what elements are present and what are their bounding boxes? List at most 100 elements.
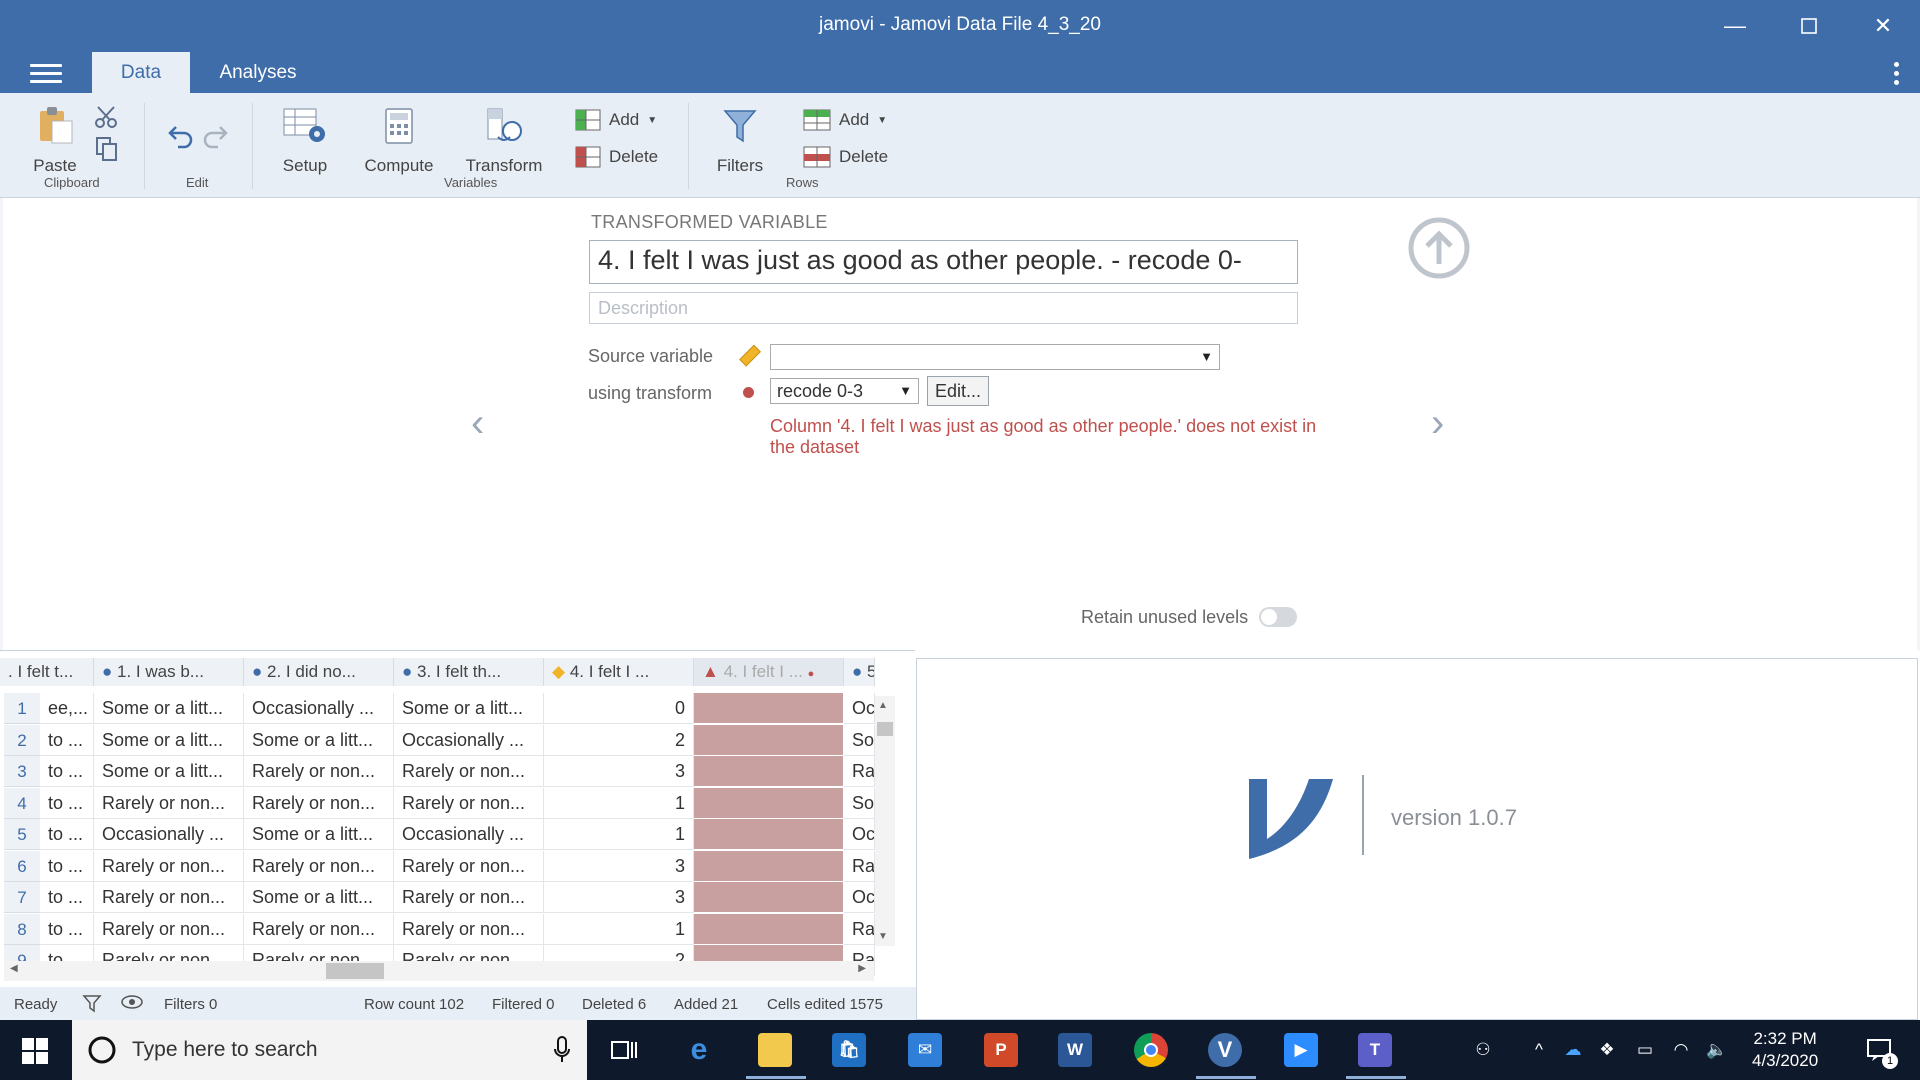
row-number[interactable]: 2 [4,724,40,756]
row-number[interactable]: 6 [4,850,40,882]
table-cell[interactable]: 1 [544,819,694,850]
table-cell[interactable]: 0 [544,693,694,724]
taskbar-search[interactable]: Type here to search [72,1020,587,1080]
table-cell[interactable]: Oc [844,882,875,913]
column-header[interactable]: . I felt t... [0,658,94,686]
windows-start-icon[interactable] [22,1038,48,1069]
table-cell[interactable]: Rarely or non... [244,756,394,787]
table-cell[interactable]: to ... [40,724,94,756]
table-cell[interactable]: Some or a litt... [94,724,244,756]
error-cell[interactable] [694,724,844,756]
onedrive-icon[interactable]: ☁ [1556,1033,1590,1067]
notifications-icon[interactable]: 1 [1862,1033,1898,1069]
table-cell[interactable]: to ... [40,882,94,913]
table-cell[interactable]: to ... [40,819,94,850]
microphone-icon[interactable] [553,1036,571,1069]
collapse-up-icon[interactable] [1407,216,1471,285]
eye-icon[interactable] [120,994,144,1014]
table-cell[interactable]: Rarely or non... [394,882,544,913]
battery-icon[interactable]: ▭ [1628,1033,1662,1067]
table-cell[interactable]: Rarely or non... [394,913,544,945]
vertical-scrollbar[interactable]: ▲ ▼ [875,696,895,946]
scroll-left-icon[interactable]: ◀ [10,963,18,974]
word-icon[interactable]: W [1058,1033,1092,1067]
table-cell[interactable]: Occasionally ... [94,819,244,850]
transform-button[interactable]: Transform [462,107,546,176]
scroll-up-icon[interactable]: ▲ [878,700,888,711]
table-cell[interactable]: to ... [40,913,94,945]
description-input[interactable]: Description [589,292,1298,324]
error-cell[interactable] [694,787,844,819]
next-variable-icon[interactable]: › [1431,401,1444,446]
minimize-button[interactable]: — [1712,10,1758,42]
table-cell[interactable]: ee,... [40,693,94,724]
teams-icon[interactable]: T [1358,1033,1392,1067]
chrome-icon[interactable] [1134,1033,1168,1067]
table-cell[interactable]: So [844,724,875,756]
file-explorer-icon[interactable] [758,1033,792,1067]
table-cell[interactable]: Rarely or non... [94,882,244,913]
zoom-icon[interactable]: ▶ [1284,1033,1318,1067]
edit-transform-button[interactable]: Edit... [927,376,989,406]
clock[interactable]: 2:32 PM 4/3/2020 [1752,1028,1818,1072]
scroll-right-icon[interactable]: ▶ [858,963,866,974]
table-cell[interactable]: Some or a litt... [94,693,244,724]
table-cell[interactable]: Some or a litt... [244,724,394,756]
people-icon[interactable]: ⚇ [1466,1033,1500,1067]
undo-icon[interactable] [166,123,194,154]
volume-icon[interactable]: 🔈 [1700,1033,1734,1067]
retain-unused-levels-toggle[interactable] [1259,607,1297,627]
menu-icon[interactable] [30,64,62,86]
table-cell[interactable]: Some or a litt... [244,882,394,913]
row-number[interactable]: 4 [4,787,40,819]
table-cell[interactable]: Rarely or non... [94,787,244,819]
error-cell[interactable] [694,913,844,945]
show-hidden-icons-icon[interactable]: ^ [1522,1033,1556,1067]
mail-icon[interactable]: ✉ [908,1033,942,1067]
table-cell[interactable]: Rarely or non... [94,913,244,945]
table-cell[interactable]: Occasionally ... [394,819,544,850]
table-cell[interactable]: Rarely or non... [394,787,544,819]
table-cell[interactable]: Oc [844,819,875,850]
horizontal-scrollbar[interactable]: ◀ ▶ [4,961,874,981]
row-number[interactable]: 1 [4,693,40,724]
row-number[interactable]: 5 [4,819,40,850]
source-variable-select[interactable]: ▼ [770,344,1220,370]
table-cell[interactable]: Ra [844,913,875,945]
table-cell[interactable]: to ... [40,850,94,882]
cut-icon[interactable] [94,105,118,134]
table-cell[interactable]: 1 [544,913,694,945]
table-cell[interactable]: Ra [844,850,875,882]
error-cell[interactable] [694,819,844,850]
table-cell[interactable]: to ... [40,756,94,787]
table-cell[interactable]: Rarely or non... [244,787,394,819]
filter-status-icon[interactable] [82,993,102,1017]
jamovi-taskbar-icon[interactable]: V [1208,1033,1242,1067]
table-cell[interactable]: So [844,787,875,819]
transform-select[interactable]: recode 0-3 ▼ [770,378,919,404]
compute-button[interactable]: Compute [362,107,436,176]
column-header[interactable]: ● 1. I was b... [94,658,244,686]
scrollbar-thumb[interactable] [326,963,384,979]
error-cell[interactable] [694,693,844,724]
table-cell[interactable]: Occasionally ... [244,693,394,724]
add-variable-button[interactable]: Add ▼ [575,109,657,131]
filters-button[interactable]: Filters [710,107,770,176]
table-cell[interactable]: Some or a litt... [394,693,544,724]
table-cell[interactable]: 1 [544,787,694,819]
table-cell[interactable]: Some or a litt... [94,756,244,787]
variable-name-input[interactable]: 4. I felt I was just as good as other pe… [589,240,1298,284]
column-header[interactable]: ● 2. I did no... [244,658,394,686]
table-cell[interactable]: Rarely or non... [94,850,244,882]
column-header[interactable]: ◆ 4. I felt I ... [544,658,694,686]
more-options-icon[interactable] [1894,62,1900,89]
close-button[interactable]: ✕ [1860,10,1906,42]
store-icon[interactable]: 🛍 [832,1033,866,1067]
column-header[interactable]: ● 3. I felt th... [394,658,544,686]
wifi-icon[interactable]: ◠ [1664,1033,1698,1067]
previous-variable-icon[interactable]: ‹ [471,401,484,446]
table-cell[interactable]: 3 [544,882,694,913]
row-number[interactable]: 3 [4,756,40,787]
column-header-selected[interactable]: ▲ 4. I felt I ... ● [694,658,844,686]
table-cell[interactable]: Oc [844,693,875,724]
